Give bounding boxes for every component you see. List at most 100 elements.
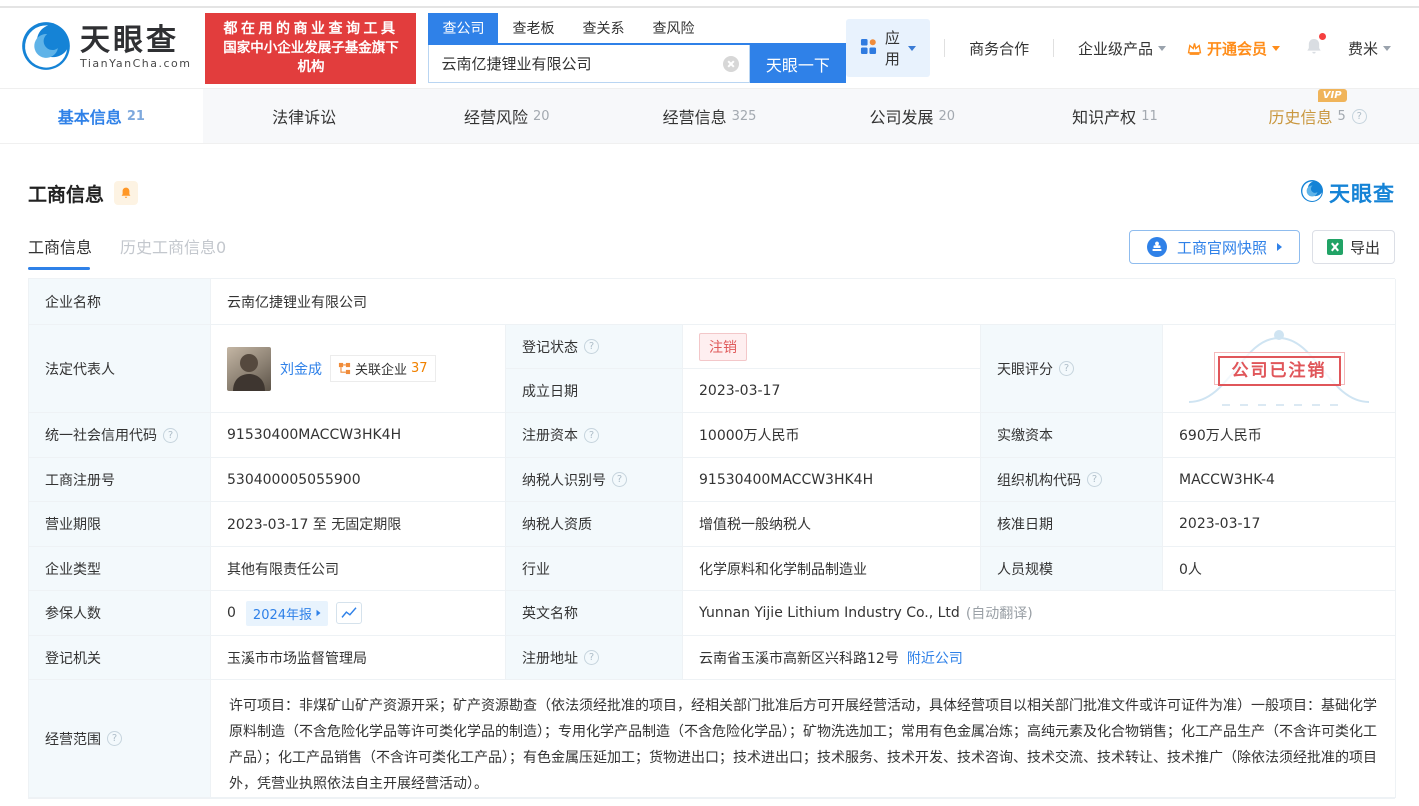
nearby-companies-link[interactable]: 附近公司 bbox=[907, 648, 963, 668]
field-label-english-name: 英文名称 bbox=[506, 591, 683, 636]
tab-operation-info[interactable]: 经营信息 325 bbox=[608, 89, 811, 143]
field-value-reg-number: 530400005055900 bbox=[211, 458, 506, 502]
search-tab-boss[interactable]: 查老板 bbox=[498, 13, 568, 43]
promo-banner: 都在用的商业查询工具 国家中小企业发展子基金旗下机构 bbox=[205, 12, 417, 84]
field-value-legal-rep: 刘金成 关联企业 37 bbox=[211, 325, 506, 413]
cancelled-stamp: 公司已注销 bbox=[1213, 352, 1345, 386]
apps-grid-icon bbox=[860, 38, 877, 59]
promo-line1: 都在用的商业查询工具 bbox=[223, 20, 399, 37]
field-value-establish-date: 2023-03-17 bbox=[683, 369, 981, 413]
tab-operation-risk[interactable]: 经营风险 20 bbox=[405, 89, 608, 143]
field-label-reg-capital: 注册资本? bbox=[506, 413, 683, 458]
tianyancha-watermark: 天眼查 bbox=[1300, 178, 1395, 208]
field-label-business-scope: 经营范围? bbox=[29, 680, 211, 798]
chevron-down-icon bbox=[1383, 45, 1391, 51]
field-value-reg-status: 注销 bbox=[683, 325, 981, 369]
field-label-insured-count: 参保人数 bbox=[29, 591, 211, 636]
network-icon bbox=[338, 362, 351, 375]
export-button[interactable]: 导出 bbox=[1311, 230, 1395, 264]
search-button[interactable]: 天眼一下 bbox=[749, 45, 846, 83]
user-menu[interactable]: 费米 bbox=[1348, 38, 1391, 59]
section-title: 工商信息 bbox=[28, 183, 105, 206]
clear-icon[interactable] bbox=[722, 55, 739, 72]
chevron-right-icon bbox=[1276, 243, 1282, 251]
field-label-reg-status: 登记状态? bbox=[506, 325, 683, 369]
help-icon[interactable]: ? bbox=[107, 731, 122, 746]
trend-chart-icon[interactable] bbox=[336, 602, 363, 624]
field-label-legal-rep: 法定代表人 bbox=[29, 325, 211, 413]
tab-basic-info[interactable]: 基本信息 21 bbox=[0, 89, 203, 143]
help-icon[interactable]: ? bbox=[1351, 108, 1367, 124]
field-label-staff-size: 人员规模 bbox=[981, 547, 1163, 591]
legal-rep-link[interactable]: 刘金成 bbox=[280, 359, 322, 379]
search-tab-risk[interactable]: 查风险 bbox=[638, 13, 708, 43]
help-icon[interactable]: ? bbox=[163, 427, 178, 443]
annual-report-badge[interactable]: 2024年报 bbox=[245, 600, 329, 626]
field-value-business-scope: 许可项目：非煤矿山矿产资源开采；矿产资源勘查（依法须经批准的项目，经相关部门批准… bbox=[211, 680, 1396, 798]
help-icon[interactable]: ? bbox=[584, 650, 599, 665]
tab-legal-litigation[interactable]: 法律诉讼 bbox=[203, 89, 406, 143]
tianyancha-watermark-icon bbox=[1300, 179, 1324, 207]
field-label-org-code: 组织机构代码? bbox=[981, 458, 1163, 502]
field-label-credit-code: 统一社会信用代码? bbox=[29, 413, 211, 458]
nav-divider bbox=[1053, 39, 1054, 57]
tab-company-development[interactable]: 公司发展 20 bbox=[811, 89, 1014, 143]
tab-intellectual-property[interactable]: 知识产权 11 bbox=[1014, 89, 1217, 143]
apps-menu[interactable]: 应用 bbox=[845, 19, 931, 77]
field-value-reg-capital: 10000万人民币 bbox=[683, 413, 981, 458]
search-tabs: 查公司 查老板 查关系 查风险 bbox=[428, 13, 846, 45]
auto-translate-note: (自动翻译) bbox=[965, 606, 1033, 622]
nav-cooperation[interactable]: 商务合作 bbox=[969, 38, 1029, 59]
field-label-reg-number: 工商注册号 bbox=[29, 458, 211, 502]
username: 费米 bbox=[1347, 39, 1378, 58]
apps-label: 应用 bbox=[884, 29, 900, 68]
field-label-reg-address: 注册地址? bbox=[506, 636, 683, 680]
help-icon[interactable]: ? bbox=[584, 427, 599, 443]
site-header: 天眼查 TianYanCha.com 都在用的商业查询工具 国家中小企业发展子基… bbox=[0, 8, 1419, 88]
help-icon[interactable]: ? bbox=[1059, 361, 1074, 376]
tianyancha-logo[interactable]: 天眼查 TianYanCha.com bbox=[20, 20, 191, 76]
chevron-right-icon bbox=[316, 609, 321, 617]
field-value-insured-count: 0 2024年报 bbox=[211, 591, 506, 636]
nav-enterprise[interactable]: 企业级产品 bbox=[1078, 38, 1166, 59]
help-icon[interactable]: ? bbox=[612, 472, 627, 487]
help-icon[interactable]: ? bbox=[1087, 472, 1102, 487]
notifications-bell-icon[interactable] bbox=[1304, 32, 1326, 61]
related-companies-chip[interactable]: 关联企业 37 bbox=[330, 355, 436, 382]
search-tab-company[interactable]: 查公司 bbox=[428, 13, 499, 43]
monitor-bell-icon[interactable] bbox=[114, 181, 139, 205]
logo-name: 天眼查 bbox=[80, 23, 179, 58]
field-label-taxpayer-quality: 纳税人资质 bbox=[506, 502, 683, 547]
search-block: 查公司 查老板 查关系 查风险 天眼一下 bbox=[428, 13, 846, 83]
field-label-business-term: 营业期限 bbox=[29, 502, 211, 547]
field-label-reg-authority: 登记机关 bbox=[29, 636, 211, 680]
field-value-taxpayer-quality: 增值税一般纳税人 bbox=[683, 502, 981, 547]
chevron-down-icon bbox=[1271, 45, 1280, 51]
notification-dot bbox=[1318, 32, 1326, 40]
main-tabs: 基本信息 21 法律诉讼 经营风险 20 经营信息 325 公司发展 20 知识产权 11… bbox=[0, 88, 1419, 144]
stamp-icon bbox=[1146, 237, 1167, 257]
header-nav: 应用 商务合作 企业级产品 开通会员 费米 bbox=[845, 19, 1401, 77]
field-label-establish-date: 成立日期 bbox=[506, 369, 683, 413]
field-label-taxpayer-id: 纳税人识别号? bbox=[506, 458, 683, 502]
search-input[interactable] bbox=[429, 45, 749, 82]
tab-history-info[interactable]: 历史信息 VIP 5 ? bbox=[1216, 89, 1419, 143]
field-value-reg-authority: 玉溪市市场监督管理局 bbox=[211, 636, 506, 680]
official-snapshot-button[interactable]: 工商官网快照 bbox=[1128, 230, 1300, 264]
subtab-business-info[interactable]: 工商信息 bbox=[28, 234, 92, 270]
chevron-down-icon bbox=[1157, 45, 1166, 51]
help-icon[interactable]: ? bbox=[584, 339, 599, 354]
field-label-company-name: 企业名称 bbox=[29, 279, 211, 325]
legal-rep-avatar[interactable] bbox=[227, 346, 271, 391]
field-value-taxpayer-id: 91530400MACCW3HK4H bbox=[683, 458, 981, 502]
subtab-history-business-info[interactable]: 历史工商信息0 bbox=[120, 234, 226, 270]
business-info-section: 工商信息 天眼查 工商信息 历史工商信息0 工商官网快照 导出 企业名称 云南亿… bbox=[0, 178, 1419, 799]
vip-badge: VIP bbox=[1317, 89, 1347, 102]
field-value-staff-size: 0人 bbox=[1163, 547, 1396, 591]
field-value-business-term: 2023-03-17 至 无固定期限 bbox=[211, 502, 506, 547]
field-value-industry: 化学原料和化学制品制造业 bbox=[683, 547, 981, 591]
status-badge: 注销 bbox=[699, 332, 747, 361]
search-tab-relation[interactable]: 查关系 bbox=[568, 13, 638, 43]
nav-vip-upgrade[interactable]: 开通会员 bbox=[1186, 38, 1280, 59]
business-info-table: 企业名称 云南亿捷锂业有限公司 法定代表人 刘金成 关联企业 37 登记状态? … bbox=[28, 278, 1396, 799]
